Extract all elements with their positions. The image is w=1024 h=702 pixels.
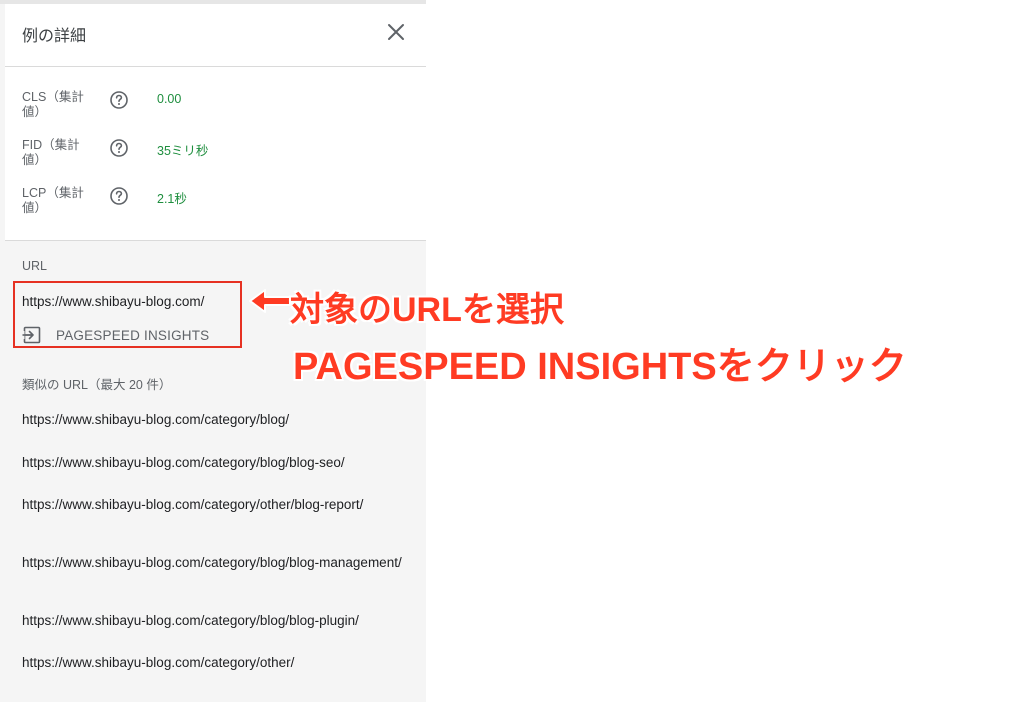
metric-row-fid: FID（集計値） 35ミリ秒 bbox=[5, 138, 426, 178]
annotation-line-1: 対象のURLを選択 bbox=[290, 291, 564, 329]
similar-url-item[interactable]: https://www.shibayu-blog.com/category/bl… bbox=[22, 612, 422, 629]
help-icon[interactable] bbox=[109, 90, 129, 110]
similar-url-item[interactable]: https://www.shibayu-blog.com/category/bl… bbox=[22, 454, 422, 471]
metric-row-cls: CLS（集計値） 0.00 bbox=[5, 90, 426, 130]
open-in-icon bbox=[22, 326, 41, 344]
similar-url-item[interactable]: https://www.shibayu-blog.com/category/ot… bbox=[22, 496, 422, 513]
metrics-section: CLS（集計値） 0.00 FID（集計値） 35ミリ秒 LCP（集計値） 2.… bbox=[5, 67, 426, 241]
metric-label: FID（集計値） bbox=[22, 138, 80, 167]
panel-title: 例の詳細 bbox=[22, 28, 87, 45]
panel-header: 例の詳細 bbox=[5, 4, 426, 67]
metric-label: CLS（集計値） bbox=[22, 90, 84, 119]
help-icon[interactable] bbox=[109, 186, 129, 206]
close-icon bbox=[388, 24, 404, 40]
metric-value: 35ミリ秒 bbox=[157, 144, 209, 158]
pagespeed-insights-button[interactable]: PAGESPEED INSIGHTS bbox=[22, 324, 209, 346]
similar-url-item[interactable]: https://www.shibayu-blog.com/category/bl… bbox=[22, 411, 422, 428]
close-button[interactable] bbox=[384, 20, 408, 44]
main-url-link[interactable]: https://www.shibayu-blog.com/ bbox=[22, 294, 204, 309]
pagespeed-insights-label: PAGESPEED INSIGHTS bbox=[56, 327, 210, 343]
metric-label: LCP（集計値） bbox=[22, 186, 84, 215]
url-section-label: URL bbox=[22, 259, 48, 273]
similar-urls-label: 類似の URL（最大 20 件） bbox=[22, 378, 172, 392]
similar-url-item[interactable]: https://www.shibayu-blog.com/category/ot… bbox=[22, 654, 422, 671]
annotation-line-2: PAGESPEED INSIGHTSをクリック bbox=[293, 346, 907, 388]
metric-value: 0.00 bbox=[157, 92, 182, 106]
metric-value: 2.1秒 bbox=[157, 192, 187, 206]
help-icon[interactable] bbox=[109, 138, 129, 158]
metric-row-lcp: LCP（集計値） 2.1秒 bbox=[5, 186, 426, 226]
arrow-left-icon bbox=[249, 289, 291, 313]
similar-url-item[interactable]: https://www.shibayu-blog.com/category/bl… bbox=[22, 554, 422, 571]
